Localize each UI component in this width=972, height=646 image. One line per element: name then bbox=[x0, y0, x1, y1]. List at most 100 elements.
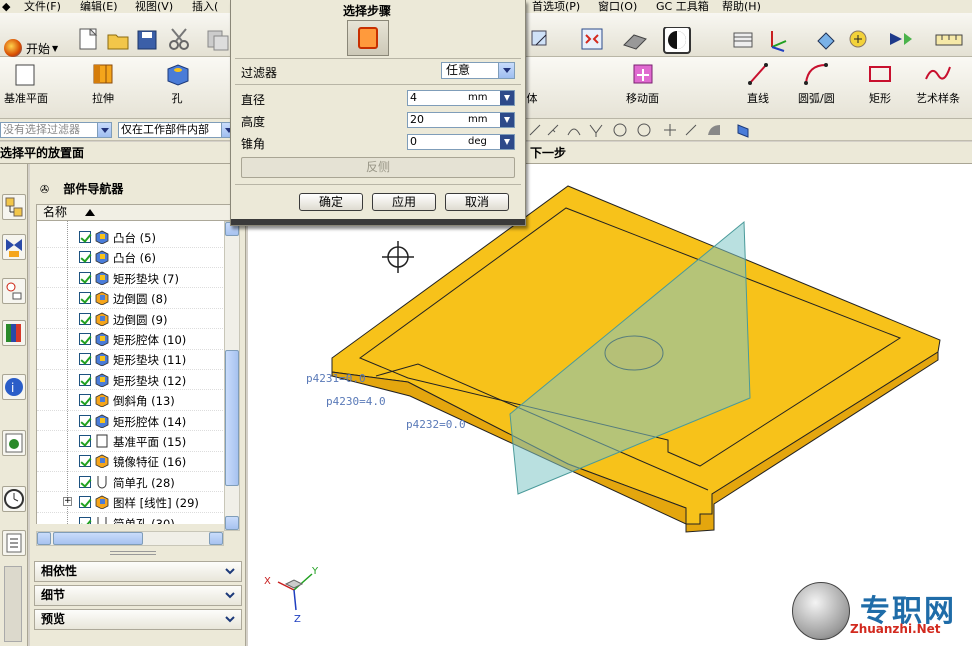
menu-help[interactable]: 帮助(H) bbox=[722, 0, 761, 13]
menu-insert[interactable]: 插入( bbox=[192, 0, 218, 13]
scope-combo[interactable]: 仅在工作部件内部 bbox=[118, 122, 236, 138]
cut-icon[interactable] bbox=[169, 28, 189, 50]
visibility-checkbox[interactable] bbox=[79, 394, 91, 407]
analysis-icon[interactable] bbox=[849, 30, 867, 48]
web-browser-icon[interactable]: i bbox=[2, 374, 26, 400]
height-options-icon[interactable] bbox=[500, 113, 514, 127]
tree-row[interactable]: 边倒圆 (9) bbox=[37, 309, 224, 330]
start-button[interactable]: 开始 ▼ bbox=[4, 39, 58, 57]
scroll-left-icon[interactable] bbox=[37, 532, 51, 545]
rectangle-button[interactable]: 矩形 bbox=[866, 61, 894, 106]
scroll-down-icon[interactable] bbox=[225, 516, 239, 530]
tree-row[interactable]: 倒斜角 (13) bbox=[37, 390, 224, 411]
constraint-navigator-icon[interactable] bbox=[2, 234, 26, 260]
visibility-checkbox[interactable] bbox=[79, 475, 91, 488]
scroll-right-icon[interactable] bbox=[209, 532, 223, 545]
taper-input[interactable]: 0 deg bbox=[407, 134, 515, 150]
point-on-face-icon[interactable] bbox=[708, 125, 720, 135]
copy-icon[interactable] bbox=[207, 30, 229, 51]
tree-row[interactable]: 矩形腔体 (14) bbox=[37, 411, 224, 432]
height-input[interactable]: 20 mm bbox=[407, 112, 515, 128]
tree-row[interactable]: 矩形垫块 (11) bbox=[37, 349, 224, 370]
visibility-checkbox[interactable] bbox=[79, 251, 91, 264]
dependencies-panel[interactable]: 相依性 bbox=[34, 561, 242, 582]
orient-icon[interactable] bbox=[531, 30, 547, 46]
menu-view[interactable]: 视图(V) bbox=[135, 0, 173, 13]
visibility-checkbox[interactable] bbox=[79, 435, 91, 447]
history-icon[interactable] bbox=[2, 430, 26, 456]
expand-icon[interactable]: + bbox=[63, 497, 72, 507]
solid-body-icon[interactable] bbox=[737, 124, 749, 138]
tree-horizontal-scrollbar[interactable] bbox=[36, 531, 224, 546]
shade-icon[interactable] bbox=[623, 34, 647, 50]
tree-row[interactable]: 凸台 (6) bbox=[37, 247, 224, 268]
menu-file[interactable]: 文件(F) bbox=[24, 0, 61, 13]
details-panel[interactable]: 细节 bbox=[34, 585, 242, 606]
existing-point-icon[interactable] bbox=[664, 124, 676, 136]
graphics-window[interactable]: p4231=0.0 p4230=4.0 p4232=0.0 X Y Z bbox=[248, 164, 972, 646]
visibility-checkbox[interactable] bbox=[79, 231, 91, 243]
reverse-side-button[interactable]: 反侧 bbox=[241, 157, 515, 178]
visibility-checkbox[interactable] bbox=[79, 455, 91, 468]
save-icon[interactable] bbox=[137, 30, 157, 50]
fit-view-icon[interactable] bbox=[581, 28, 603, 50]
new-file-icon[interactable] bbox=[79, 28, 98, 50]
splitter-handle[interactable] bbox=[110, 551, 156, 555]
layer-icon[interactable] bbox=[733, 32, 753, 48]
type-filter-combo[interactable]: 没有选择过滤器 bbox=[0, 122, 112, 138]
mid-point-icon[interactable] bbox=[547, 124, 559, 136]
arc-circle-button[interactable]: 圆弧/圆 bbox=[798, 61, 835, 106]
menu-gc-toolbox[interactable]: GC 工具箱 bbox=[656, 0, 709, 13]
visibility-checkbox[interactable] bbox=[79, 271, 91, 284]
wcs-icon[interactable] bbox=[771, 31, 787, 52]
tree-row[interactable]: 矩形垫块 (12) bbox=[37, 370, 224, 391]
menu-window[interactable]: 窗口(O) bbox=[598, 0, 637, 13]
tree-row[interactable]: 矩形垫块 (7) bbox=[37, 268, 224, 289]
snap-icon[interactable] bbox=[817, 32, 835, 50]
visibility-checkbox[interactable] bbox=[79, 373, 91, 386]
model-view[interactable]: p4231=0.0 p4230=4.0 p4232=0.0 X Y Z bbox=[248, 164, 972, 646]
pin-icon[interactable]: ✇ bbox=[40, 183, 49, 196]
part-navigator-icon[interactable] bbox=[2, 278, 26, 304]
rendering-style-icon[interactable] bbox=[663, 27, 691, 54]
apply-button[interactable]: 应用 bbox=[372, 193, 436, 211]
ok-button[interactable]: 确定 bbox=[299, 193, 363, 211]
move-face-button[interactable]: 移动面 bbox=[626, 61, 659, 106]
studio-spline-button[interactable]: 艺术样条 bbox=[916, 61, 960, 106]
visibility-checkbox[interactable] bbox=[79, 292, 91, 305]
filter-combo[interactable]: 任意 bbox=[441, 62, 515, 79]
reuse-library-icon[interactable] bbox=[2, 320, 26, 346]
visibility-checkbox[interactable] bbox=[79, 353, 91, 366]
select-icon[interactable] bbox=[890, 33, 912, 45]
resource-bar-scroll[interactable] bbox=[4, 566, 22, 642]
intersection-icon[interactable] bbox=[589, 124, 603, 137]
assembly-navigator-icon[interactable] bbox=[2, 194, 26, 220]
visibility-checkbox[interactable] bbox=[79, 414, 91, 427]
tree-vertical-scrollbar[interactable] bbox=[224, 221, 240, 531]
visibility-checkbox[interactable] bbox=[79, 312, 91, 325]
preview-panel[interactable]: 预览 bbox=[34, 609, 242, 630]
tree-row[interactable]: 基准平面 (15) bbox=[37, 431, 224, 452]
extrude-button[interactable]: 拉伸 bbox=[88, 61, 118, 106]
diameter-options-icon[interactable] bbox=[500, 91, 514, 105]
clock-icon[interactable] bbox=[2, 486, 26, 512]
tree-row[interactable]: 镜像特征 (16) bbox=[37, 451, 224, 472]
hole-button[interactable]: 孔 bbox=[164, 61, 190, 106]
visibility-checkbox[interactable] bbox=[79, 333, 91, 345]
visibility-checkbox[interactable] bbox=[79, 496, 91, 509]
point-on-curve-icon[interactable] bbox=[685, 124, 697, 136]
open-folder-icon[interactable] bbox=[107, 34, 129, 50]
menu-preferences[interactable]: 首选项(P) bbox=[532, 0, 580, 13]
datum-plane-button[interactable]: 基准平面 bbox=[4, 61, 48, 106]
diameter-input[interactable]: 4 mm bbox=[407, 90, 515, 106]
tree-row[interactable]: 简单孔 (30) bbox=[37, 513, 224, 524]
cancel-button[interactable]: 取消 bbox=[445, 193, 509, 211]
tree-row[interactable]: 边倒圆 (8) bbox=[37, 288, 224, 309]
menu-edit[interactable]: 编辑(E) bbox=[80, 0, 118, 13]
quadrant-icon[interactable] bbox=[637, 123, 651, 137]
tree-row[interactable]: + 图样 [线性] (29) bbox=[37, 492, 224, 513]
placement-face-step-button[interactable] bbox=[347, 20, 389, 56]
tree-row[interactable]: 矩形腔体 (10) bbox=[37, 329, 224, 350]
end-point-icon[interactable] bbox=[529, 124, 541, 136]
scroll-thumb[interactable] bbox=[225, 350, 239, 486]
